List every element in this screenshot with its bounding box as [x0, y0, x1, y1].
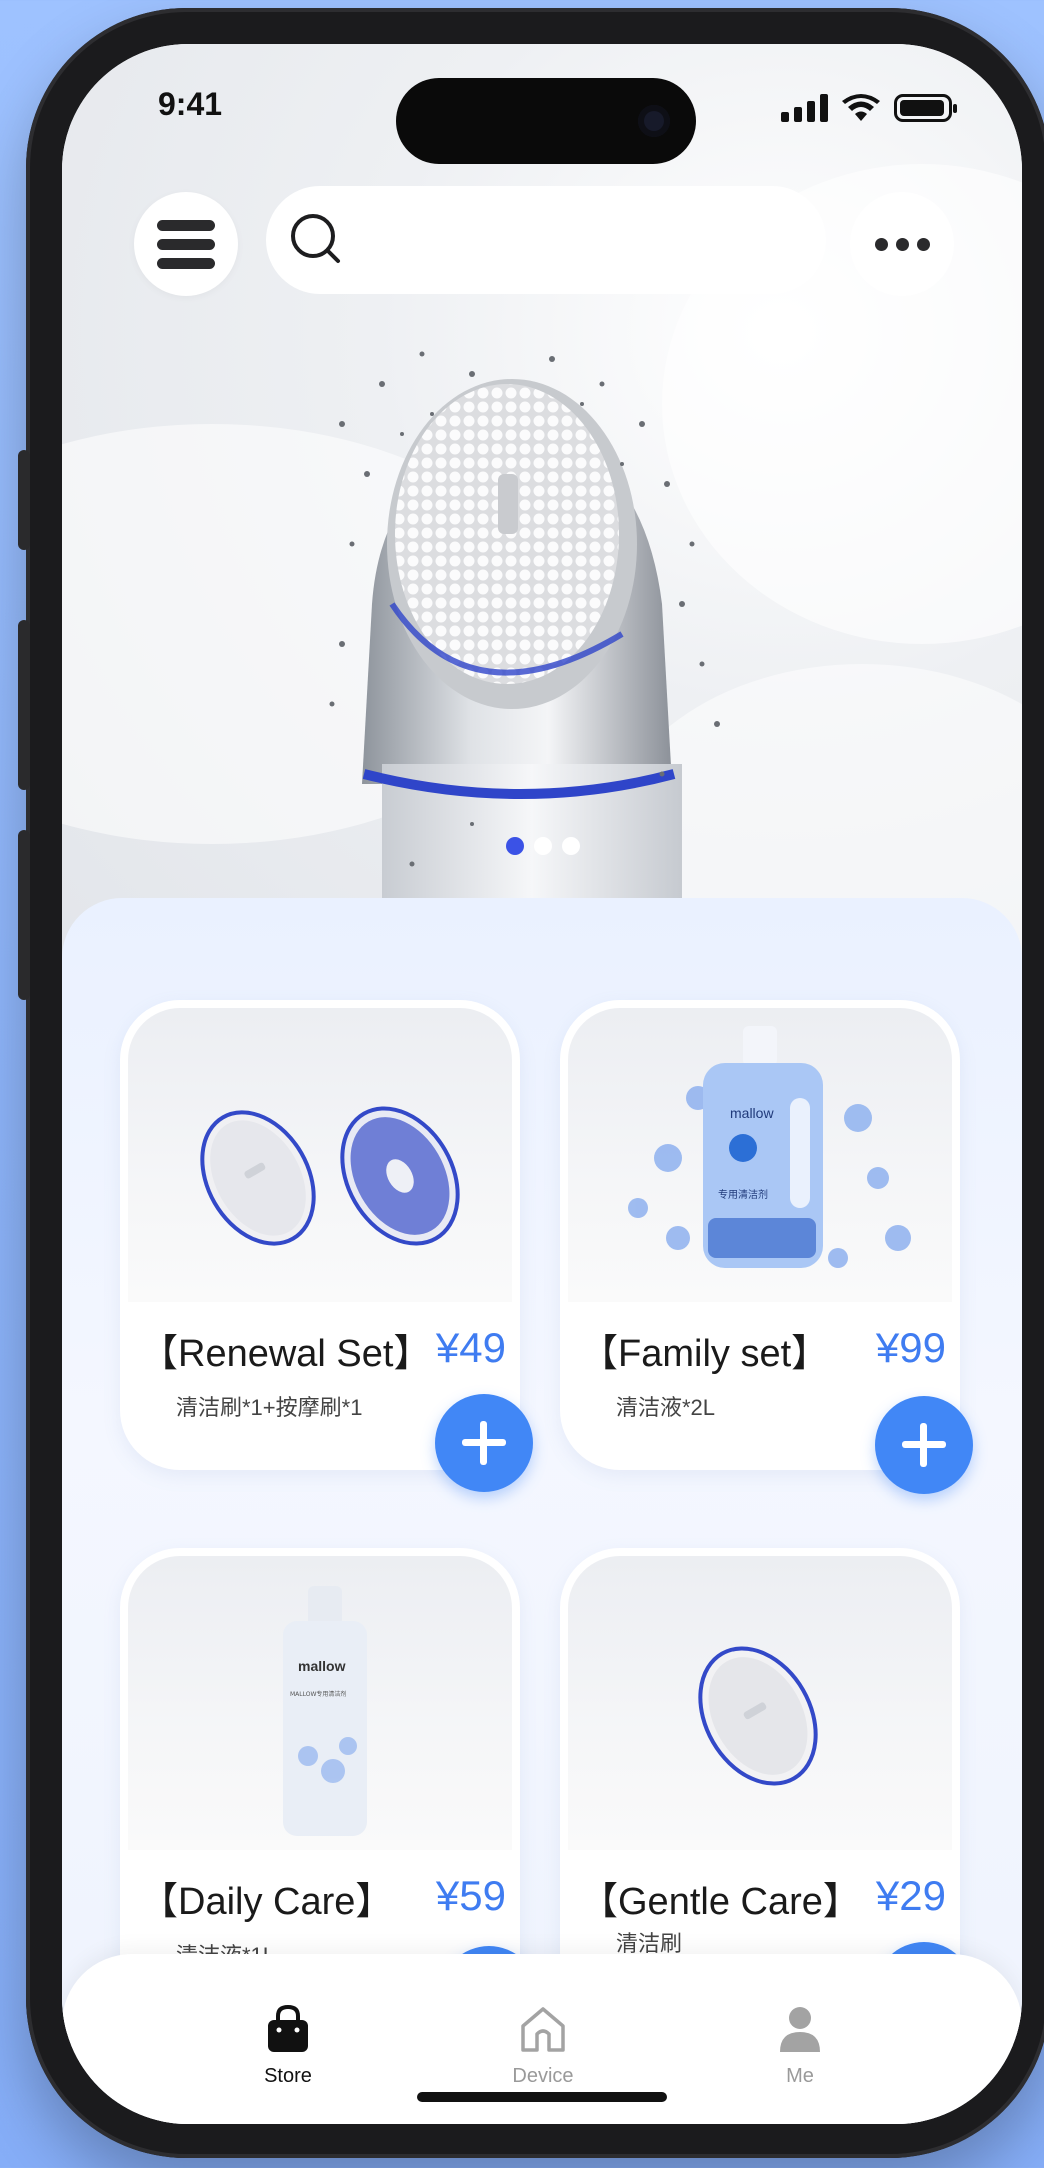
- more-dots-icon: [874, 237, 888, 251]
- product-card-daily-care[interactable]: mallow MALLOW专用清洁剂 【Daily Care】 ¥59 清洁液*…: [120, 1548, 520, 2018]
- product-title: 【Daily Care】: [140, 1881, 394, 1923]
- bottle-brand: mallow: [730, 1105, 774, 1121]
- product-subtitle: 清洁刷*1+按摩刷*1: [176, 1395, 363, 1420]
- product-title: 【Family set】: [580, 1333, 830, 1375]
- carousel-dot[interactable]: [562, 837, 580, 855]
- search-input[interactable]: [362, 223, 826, 257]
- carousel-dot-active[interactable]: [506, 837, 524, 855]
- more-options-button[interactable]: [850, 192, 954, 296]
- battery-icon: [894, 94, 957, 122]
- brush-head-image: [698, 1646, 818, 1786]
- cleaner-bottle-image: mallow MALLOW专用清洁剂: [283, 1586, 367, 1836]
- product-title: 【Gentle Care】: [580, 1881, 861, 1923]
- product-title: 【Renewal Set】: [140, 1333, 432, 1375]
- product-price: ¥99: [875, 1324, 946, 1371]
- tab-me[interactable]: Me: [730, 2004, 870, 2088]
- tab-store[interactable]: Store: [218, 2004, 358, 2088]
- product-image: [568, 1556, 952, 1850]
- cleaner-bottle-image: mallow 专用清洁剂: [628, 1026, 911, 1268]
- status-icons: [781, 94, 957, 122]
- product-panel: 【Renewal Set】 ¥49 清洁刷*1+按摩刷*1 mallow 专用清…: [62, 898, 1022, 2124]
- tab-label: Device: [512, 2065, 574, 2087]
- menu-button[interactable]: [134, 192, 238, 296]
- product-image: [128, 1008, 512, 1302]
- product-price: ¥59: [435, 1872, 506, 1919]
- carousel-indicator[interactable]: [506, 837, 580, 855]
- tab-label: Me: [786, 2065, 814, 2087]
- bottle-label: 专用清洁剂: [718, 1188, 768, 1201]
- status-time: 9:41: [158, 86, 223, 122]
- home-indicator: [417, 2092, 667, 2102]
- dynamic-island: [396, 78, 696, 164]
- search-bar[interactable]: [266, 186, 826, 294]
- mute-switch: [18, 450, 30, 550]
- search-icon: [291, 214, 340, 263]
- add-to-cart-button[interactable]: [435, 1394, 533, 1492]
- shopping-bag-icon: [268, 2004, 308, 2052]
- volume-up-button: [18, 620, 30, 790]
- product-price: ¥49: [435, 1324, 506, 1371]
- brush-heads-image: [200, 1106, 460, 1246]
- bottle-brand: mallow: [298, 1658, 346, 1674]
- more-dots-icon: [895, 237, 909, 251]
- product-card-family-set[interactable]: mallow 专用清洁剂 【Family set】 ¥99 清洁液*2L: [560, 1000, 960, 1470]
- carousel-dot[interactable]: [534, 837, 552, 855]
- product-price: ¥29: [875, 1872, 946, 1919]
- status-bar: 9:41: [62, 44, 1022, 164]
- person-icon: [780, 2007, 820, 2052]
- product-image: mallow MALLOW专用清洁剂: [128, 1556, 512, 1850]
- tab-label: Store: [264, 2065, 312, 2087]
- more-dots-icon: [916, 237, 930, 251]
- hamburger-icon: [157, 219, 215, 269]
- volume-down-button: [18, 830, 30, 1000]
- wifi-icon: [842, 94, 880, 121]
- product-image: mallow 专用清洁剂: [568, 1008, 952, 1302]
- app-screen: 9:41 【Renewal Set】 ¥49 清洁刷*1+按摩刷*1 mallo…: [62, 44, 1022, 2124]
- house-icon: [521, 2007, 565, 2052]
- bottle-label: MALLOW专用清洁剂: [290, 1690, 346, 1698]
- add-to-cart-button[interactable]: [875, 1396, 973, 1494]
- cellular-signal-icon: [781, 94, 828, 122]
- product-subtitle: 清洁液*2L: [616, 1395, 716, 1420]
- tab-device[interactable]: Device: [473, 2004, 613, 2088]
